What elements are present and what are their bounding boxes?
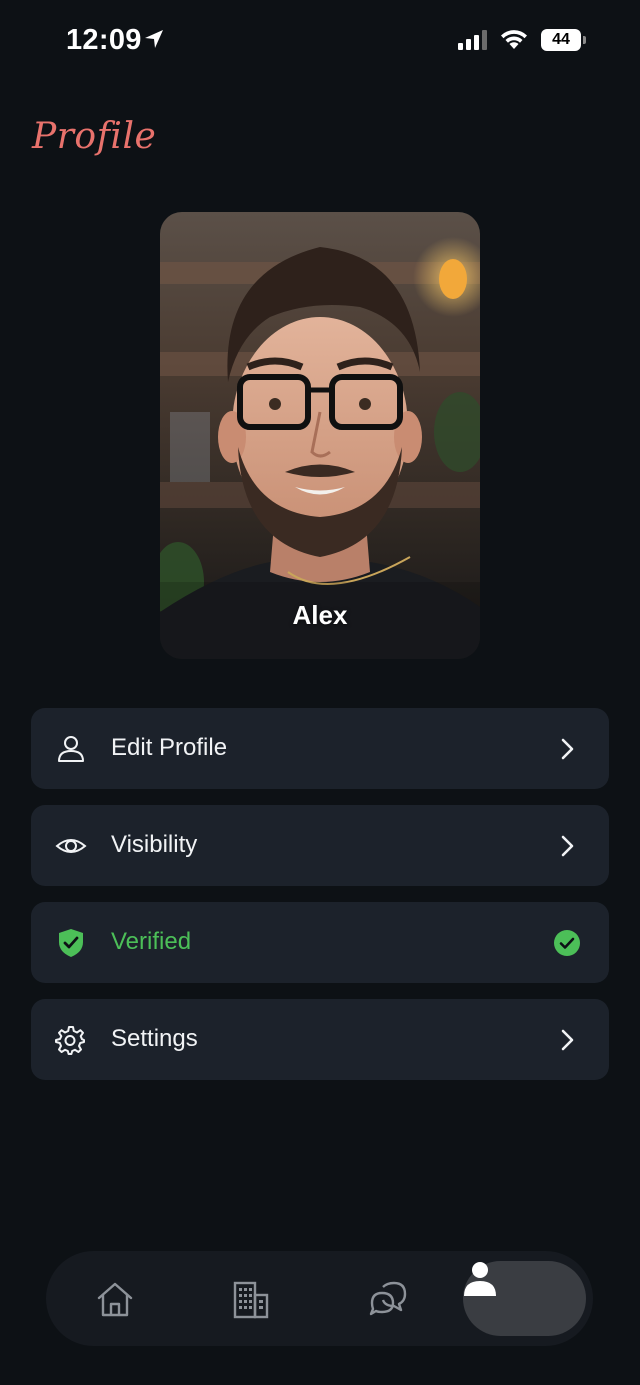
cellular-signal-icon	[458, 30, 487, 50]
menu-item-verified[interactable]: Verified	[31, 902, 609, 983]
wifi-icon	[501, 30, 527, 49]
menu-item-edit-profile[interactable]: Edit Profile	[31, 708, 609, 789]
status-time: 12:09	[66, 24, 142, 56]
menu-item-label: Edit Profile	[111, 734, 228, 761]
chat-bubbles-icon	[369, 1281, 407, 1316]
nav-messages[interactable]	[348, 1265, 426, 1331]
nav-profile[interactable]	[463, 1261, 586, 1336]
nav-buildings[interactable]	[212, 1265, 290, 1331]
profile-name: Alex	[292, 600, 348, 630]
battery-icon: 44	[541, 29, 586, 51]
bottom-nav	[46, 1251, 593, 1346]
home-icon	[97, 1282, 133, 1317]
profile-menu: Edit Profile Visibility Verified Setting…	[31, 708, 609, 1096]
menu-item-visibility[interactable]: Visibility	[31, 805, 609, 886]
profile-photo-card[interactable]: Alex	[160, 212, 480, 659]
status-bar: 12:09 44	[0, 0, 640, 80]
eye-icon	[55, 839, 87, 853]
profile-photo	[160, 237, 480, 659]
battery-level: 44	[541, 29, 581, 51]
person-filled-icon	[464, 1262, 496, 1296]
location-arrow-icon	[145, 30, 163, 48]
page-title: Profile	[32, 116, 157, 157]
shield-check-icon	[59, 929, 83, 957]
building-icon	[233, 1281, 269, 1319]
check-circle-icon	[554, 930, 580, 956]
menu-item-settings[interactable]: Settings	[31, 999, 609, 1080]
menu-item-label: Verified	[111, 928, 192, 955]
nav-home[interactable]	[76, 1265, 154, 1331]
battery-cap	[583, 36, 586, 44]
chevron-right-icon	[561, 1029, 574, 1051]
person-icon	[58, 736, 84, 762]
gear-icon	[55, 1026, 85, 1055]
chevron-right-icon	[561, 738, 574, 760]
menu-item-label: Settings	[111, 1025, 198, 1052]
menu-item-label: Visibility	[111, 831, 198, 858]
chevron-right-icon	[561, 835, 574, 857]
